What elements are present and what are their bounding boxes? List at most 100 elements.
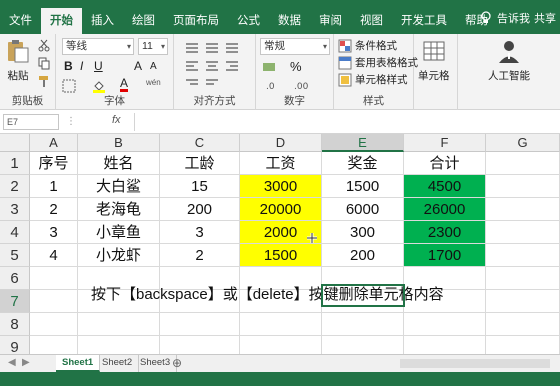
italic-button[interactable]: I bbox=[80, 59, 83, 73]
cell-E5[interactable]: 200 bbox=[322, 244, 404, 267]
cell-F8[interactable] bbox=[404, 313, 486, 336]
cell-A4[interactable]: 3 bbox=[30, 221, 78, 244]
cell-C3[interactable]: 200 bbox=[160, 198, 240, 221]
row-header-5[interactable]: 5 bbox=[0, 244, 30, 267]
cell-E8[interactable] bbox=[322, 313, 404, 336]
cell-E3[interactable]: 6000 bbox=[322, 198, 404, 221]
row-header-7[interactable]: 7 bbox=[0, 290, 30, 313]
cell-B3[interactable]: 老海龟 bbox=[78, 198, 160, 221]
cell-E2[interactable]: 1500 bbox=[322, 175, 404, 198]
row-header-3[interactable]: 3 bbox=[0, 198, 30, 221]
cell-B4[interactable]: 小章鱼 bbox=[78, 221, 160, 244]
cell-C5[interactable]: 2 bbox=[160, 244, 240, 267]
sheet-tab-sheet2[interactable]: Sheet2 bbox=[96, 355, 140, 372]
cell-D8[interactable] bbox=[240, 313, 322, 336]
active-cell-selection[interactable] bbox=[321, 284, 405, 307]
underline-button[interactable]: U bbox=[94, 59, 103, 73]
font-color-button[interactable]: A bbox=[120, 77, 129, 92]
font-name-combo[interactable]: 等线 ▾ bbox=[62, 38, 134, 55]
cell-D2[interactable]: 3000 bbox=[240, 175, 322, 198]
cell-C1[interactable]: 工龄 bbox=[160, 152, 240, 175]
cut-icon[interactable] bbox=[37, 38, 51, 52]
cell-D1[interactable]: 工资 bbox=[240, 152, 322, 175]
cell-A7[interactable] bbox=[30, 290, 78, 313]
ribbon-tab-2[interactable]: 插入 bbox=[82, 8, 123, 34]
column-header-F[interactable]: F bbox=[404, 134, 486, 152]
cell-A1[interactable]: 序号 bbox=[30, 152, 78, 175]
sheet-next-icon[interactable]: ▶ bbox=[22, 357, 30, 368]
cell-A9[interactable] bbox=[30, 336, 78, 354]
format-as-table-button[interactable]: 套用表格格式 bbox=[338, 55, 418, 70]
cell-D3[interactable]: 20000 bbox=[240, 198, 322, 221]
ribbon-tab-3[interactable]: 绘图 bbox=[123, 8, 164, 34]
tell-me-box[interactable]: 告诉我 bbox=[479, 10, 530, 26]
ribbon-tab-6[interactable]: 数据 bbox=[269, 8, 310, 34]
grow-font-button[interactable]: A bbox=[134, 59, 142, 73]
share-button[interactable]: 共享 bbox=[534, 10, 556, 26]
row-header-9[interactable]: 9 bbox=[0, 336, 30, 354]
ribbon-tab-5[interactable]: 公式 bbox=[228, 8, 269, 34]
cell-G5[interactable] bbox=[486, 244, 560, 267]
horizontal-scrollbar[interactable] bbox=[400, 359, 550, 368]
add-sheet-button[interactable]: ⊕ bbox=[172, 356, 182, 370]
cell-B9[interactable] bbox=[78, 336, 160, 354]
bold-button[interactable]: B bbox=[64, 59, 73, 73]
font-size-combo[interactable]: 11 ▾ bbox=[138, 38, 168, 55]
ribbon-tab-1[interactable]: 开始 bbox=[41, 8, 82, 35]
accounting-format-icon[interactable] bbox=[262, 60, 276, 74]
percent-button[interactable]: % bbox=[290, 59, 302, 74]
select-all-corner[interactable] bbox=[0, 134, 30, 152]
number-format-combo[interactable]: 常规 ▾ bbox=[260, 38, 330, 55]
shrink-font-button[interactable]: A bbox=[150, 61, 157, 72]
ribbon-tab-8[interactable]: 视图 bbox=[351, 8, 392, 34]
cell-G1[interactable] bbox=[486, 152, 560, 175]
formula-input[interactable] bbox=[134, 113, 558, 131]
ribbon-tab-4[interactable]: 页面布局 bbox=[164, 8, 228, 34]
sheet-prev-icon[interactable]: ◀ bbox=[8, 357, 16, 368]
copy-icon[interactable] bbox=[37, 56, 51, 70]
column-header-D[interactable]: D bbox=[240, 134, 322, 152]
row-header-8[interactable]: 8 bbox=[0, 313, 30, 336]
borders-icon[interactable] bbox=[62, 79, 76, 93]
cell-G2[interactable] bbox=[486, 175, 560, 198]
cell-D5[interactable]: 1500 bbox=[240, 244, 322, 267]
paste-button[interactable]: 粘贴 bbox=[5, 38, 31, 83]
ribbon-tab-7[interactable]: 审阅 bbox=[310, 8, 351, 34]
sheet-tab-sheet1[interactable]: Sheet1 bbox=[56, 355, 101, 372]
cell-E9[interactable] bbox=[322, 336, 404, 354]
cell-A2[interactable]: 1 bbox=[30, 175, 78, 198]
row-header-4[interactable]: 4 bbox=[0, 221, 30, 244]
cell-E1[interactable]: 奖金 bbox=[322, 152, 404, 175]
cell-B5[interactable]: 小龙虾 bbox=[78, 244, 160, 267]
ribbon-tab-0[interactable]: 文件 bbox=[0, 8, 41, 34]
cell-F5[interactable]: 1700 bbox=[404, 244, 486, 267]
cell-A3[interactable]: 2 bbox=[30, 198, 78, 221]
cell-F4[interactable]: 2300 bbox=[404, 221, 486, 244]
fill-color-icon[interactable] bbox=[92, 79, 106, 93]
cell-G6[interactable] bbox=[486, 267, 560, 290]
column-header-C[interactable]: C bbox=[160, 134, 240, 152]
decrease-decimal-icon[interactable]: .00 bbox=[294, 78, 308, 92]
cell-C2[interactable]: 15 bbox=[160, 175, 240, 198]
cell-F9[interactable] bbox=[404, 336, 486, 354]
row-header-2[interactable]: 2 bbox=[0, 175, 30, 198]
cell-E4[interactable]: 300 bbox=[322, 221, 404, 244]
cell-styles-button[interactable]: 单元格样式 bbox=[338, 72, 408, 87]
cell-F2[interactable]: 4500 bbox=[404, 175, 486, 198]
cell-G4[interactable] bbox=[486, 221, 560, 244]
row-header-1[interactable]: 1 bbox=[0, 152, 30, 175]
cell-D9[interactable] bbox=[240, 336, 322, 354]
column-header-A[interactable]: A bbox=[30, 134, 78, 152]
name-box[interactable]: E7 bbox=[3, 114, 59, 130]
cell-B1[interactable]: 姓名 bbox=[78, 152, 160, 175]
cell-F3[interactable]: 26000 bbox=[404, 198, 486, 221]
conditional-format-button[interactable]: 条件格式 bbox=[338, 38, 397, 53]
cell-G7[interactable] bbox=[486, 290, 560, 313]
column-header-E[interactable]: E bbox=[322, 134, 404, 152]
cell-B2[interactable]: 大白鲨 bbox=[78, 175, 160, 198]
cell-C4[interactable]: 3 bbox=[160, 221, 240, 244]
cell-G8[interactable] bbox=[486, 313, 560, 336]
ribbon-tab-9[interactable]: 开发工具 bbox=[392, 8, 456, 34]
cell-G9[interactable] bbox=[486, 336, 560, 354]
column-header-G[interactable]: G bbox=[486, 134, 560, 152]
